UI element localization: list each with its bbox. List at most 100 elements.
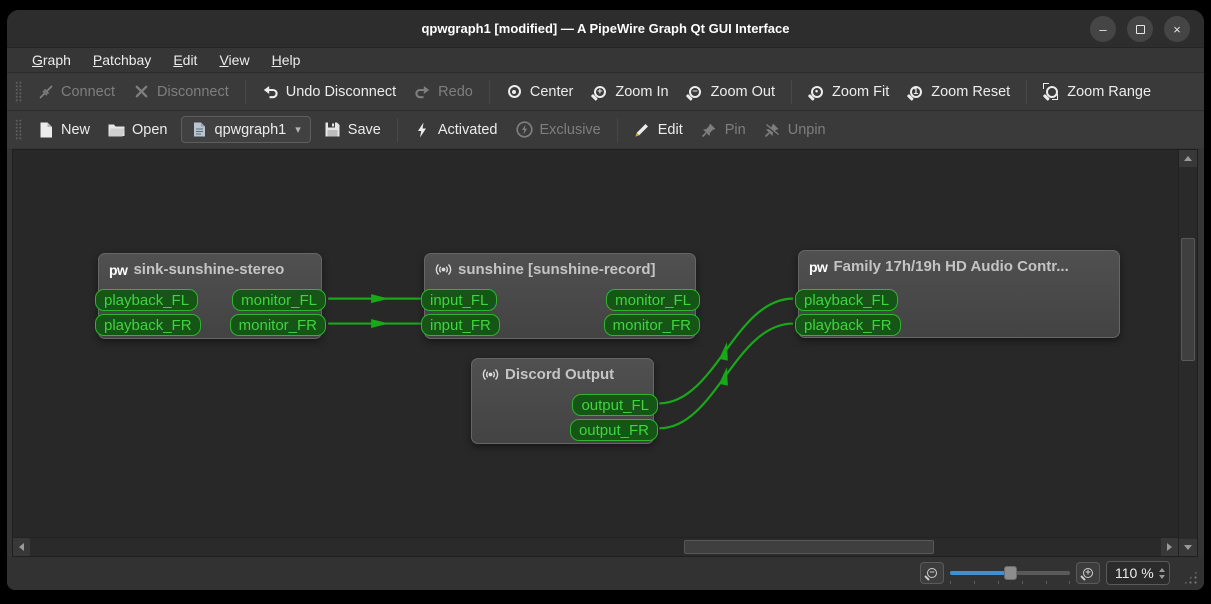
status-zoom-out-button[interactable]: − xyxy=(920,562,944,584)
resize-grip[interactable] xyxy=(1183,570,1198,585)
arrow-left-icon xyxy=(19,543,24,551)
port-output-fl[interactable]: output_FL xyxy=(572,394,658,416)
open-folder-icon xyxy=(108,121,125,138)
zoom-value: 110 % xyxy=(1115,565,1154,581)
pencil-icon xyxy=(634,121,651,138)
toolbar-separator xyxy=(791,79,793,104)
connect-icon xyxy=(37,83,54,100)
redo-icon xyxy=(414,83,431,100)
node-title: sunshine [sunshine-record] xyxy=(458,261,656,278)
patchbay-select-value: qpwgraph1 xyxy=(214,121,287,138)
horizontal-scrollbar[interactable] xyxy=(13,537,1178,556)
toolbar-drag-handle[interactable] xyxy=(15,118,22,141)
graph-view: pw sink-sunshine-stereo playback_FL play… xyxy=(12,149,1198,557)
maximize-icon xyxy=(1135,24,1145,34)
pin-button[interactable]: Pin xyxy=(692,115,755,144)
zoom-slider[interactable] xyxy=(950,562,1070,584)
undo-icon xyxy=(262,83,279,100)
vertical-scrollbar[interactable] xyxy=(1178,150,1197,556)
port-playback-fl[interactable]: playback_FL xyxy=(95,289,199,311)
toolbar-separator xyxy=(396,117,398,142)
zoom-out-icon: − xyxy=(687,83,704,100)
connection-arrow xyxy=(371,319,390,329)
scroll-right-button[interactable] xyxy=(1161,538,1178,556)
zoom-slider-fill xyxy=(950,571,1010,575)
port-monitor-fl[interactable]: monitor_FL xyxy=(606,289,700,311)
port-playback-fr[interactable]: playback_FR xyxy=(95,314,201,336)
port-input-fl[interactable]: input_FL xyxy=(421,289,498,311)
zoom-reset-button[interactable]: 1 Zoom Reset xyxy=(898,77,1019,106)
stream-icon xyxy=(482,366,499,383)
node-family-hd-audio[interactable]: pw Family 17h/19h HD Audio Contr... play… xyxy=(795,250,1120,338)
menu-edit[interactable]: Edit xyxy=(164,50,206,70)
zoom-in-icon: + xyxy=(591,83,608,100)
pipewire-icon: pw xyxy=(809,258,828,275)
redo-button[interactable]: Redo xyxy=(405,77,482,106)
center-button[interactable]: Center xyxy=(497,77,583,106)
toolbar-separator xyxy=(616,117,618,142)
port-monitor-fr[interactable]: monitor_FR xyxy=(603,314,700,336)
close-button[interactable]: × xyxy=(1164,16,1190,42)
arrow-up-icon xyxy=(1184,156,1192,161)
edit-button[interactable]: Edit xyxy=(625,115,692,144)
spin-down-icon[interactable] xyxy=(1159,574,1165,579)
scroll-down-button[interactable] xyxy=(1179,539,1197,556)
node-discord-output[interactable]: Discord Output output_FL output_FR xyxy=(471,358,658,444)
chevron-down-icon: ▾ xyxy=(295,124,301,136)
zoom-slider-thumb[interactable] xyxy=(1004,566,1017,580)
zoom-in-button[interactable]: + Zoom In xyxy=(582,77,677,106)
menu-graph[interactable]: Graph xyxy=(23,50,80,70)
port-output-fr[interactable]: output_FR xyxy=(569,419,658,441)
disconnect-button[interactable]: Disconnect xyxy=(124,77,238,106)
new-button[interactable]: New xyxy=(28,115,99,144)
zoom-cluster: − + 110 % xyxy=(920,561,1170,585)
vertical-scrollbar-thumb[interactable] xyxy=(1181,238,1195,361)
toolbar-drag-handle[interactable] xyxy=(15,80,22,103)
activated-button[interactable]: Activated xyxy=(405,115,507,144)
port-playback-fr[interactable]: playback_FR xyxy=(795,314,901,336)
node-title: Family 17h/19h HD Audio Contr... xyxy=(833,258,1069,275)
disconnect-icon xyxy=(133,83,150,100)
patchbay-file-icon xyxy=(191,121,208,138)
zoom-fit-button[interactable]: • Zoom Fit xyxy=(799,77,898,106)
node-sink-sunshine-stereo[interactable]: pw sink-sunshine-stereo playback_FL play… xyxy=(95,253,326,339)
bolt-icon xyxy=(414,121,431,138)
zoom-out-button[interactable]: − Zoom Out xyxy=(678,77,784,106)
save-button[interactable]: Save xyxy=(315,115,390,144)
menubar: Graph Patchbay Edit View Help xyxy=(7,48,1204,72)
connect-button[interactable]: Connect xyxy=(28,77,124,106)
port-monitor-fr[interactable]: monitor_FR xyxy=(229,314,326,336)
menu-help[interactable]: Help xyxy=(263,50,310,70)
unpin-icon xyxy=(764,121,781,138)
scroll-up-button[interactable] xyxy=(1179,150,1197,167)
exclusive-button[interactable]: Exclusive xyxy=(507,115,610,144)
graph-canvas[interactable]: pw sink-sunshine-stereo playback_FL play… xyxy=(13,150,1178,537)
node-sunshine[interactable]: sunshine [sunshine-record] input_FL inpu… xyxy=(421,253,700,339)
horizontal-scrollbar-thumb[interactable] xyxy=(684,540,934,554)
patchbay-select[interactable]: qpwgraph1 ▾ xyxy=(180,116,311,143)
connections-layer xyxy=(328,294,793,430)
undo-disconnect-button[interactable]: Undo Disconnect xyxy=(253,77,405,106)
menu-patchbay[interactable]: Patchbay xyxy=(84,50,160,70)
zoom-fit-icon: • xyxy=(808,83,825,100)
arrow-right-icon xyxy=(1167,543,1172,551)
toolbar-separator xyxy=(488,79,490,104)
zoom-out-icon: − xyxy=(927,568,937,578)
zoom-spinbox[interactable]: 110 % xyxy=(1106,561,1170,585)
port-input-fr[interactable]: input_FR xyxy=(421,314,500,336)
save-icon xyxy=(324,121,341,138)
scroll-left-button[interactable] xyxy=(13,538,30,556)
open-button[interactable]: Open xyxy=(99,115,176,144)
menu-view[interactable]: View xyxy=(210,50,258,70)
maximize-button[interactable] xyxy=(1127,16,1153,42)
port-monitor-fl[interactable]: monitor_FL xyxy=(232,289,326,311)
port-playback-fl[interactable]: playback_FL xyxy=(795,289,899,311)
status-zoom-in-button[interactable]: + xyxy=(1076,562,1100,584)
zoom-range-button[interactable]: Zoom Range xyxy=(1034,77,1160,106)
spin-up-icon[interactable] xyxy=(1159,567,1165,572)
minimize-button[interactable]: – xyxy=(1090,16,1116,42)
unpin-button[interactable]: Unpin xyxy=(755,115,835,144)
circled-bolt-icon xyxy=(515,121,533,138)
window-titlebar[interactable]: qpwgraph1 [modified] — A PipeWire Graph … xyxy=(7,10,1204,48)
center-icon xyxy=(506,83,523,100)
